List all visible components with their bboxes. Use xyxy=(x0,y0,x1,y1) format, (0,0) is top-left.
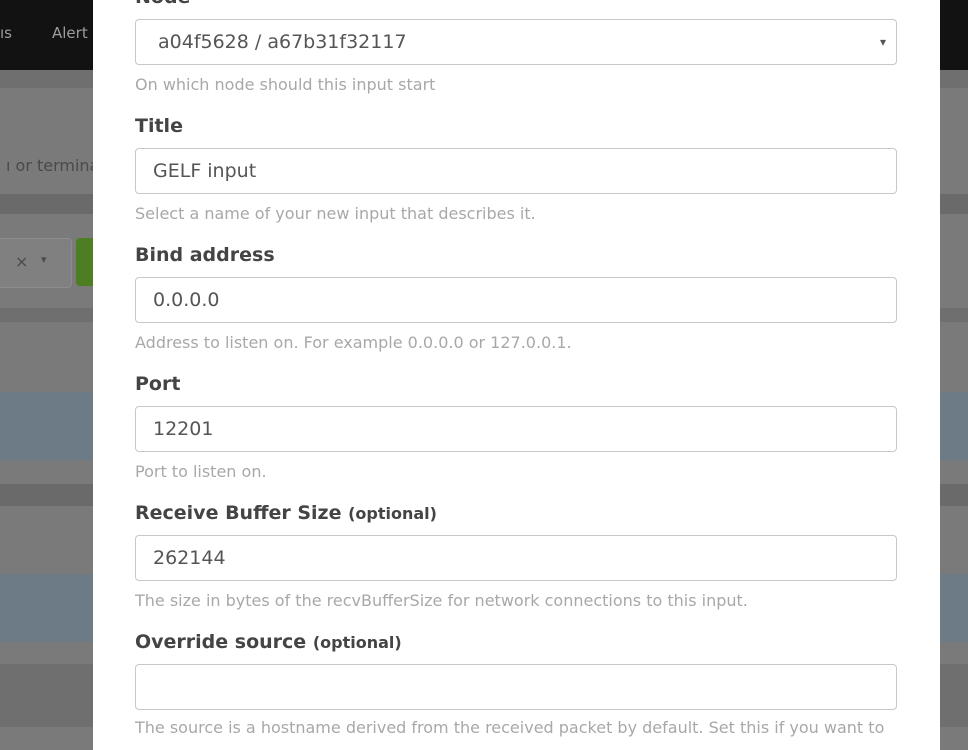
recv-buffer-label-text: Receive Buffer Size xyxy=(135,502,342,524)
node-select-value: a04f5628 / a67b31f32117 xyxy=(158,31,407,53)
port-label: Port xyxy=(135,373,181,395)
bind-address-help: Address to listen on. For example 0.0.0.… xyxy=(135,333,572,352)
node-select[interactable]: a04f5628 / a67b31f32117 ▾ xyxy=(135,19,897,65)
override-source-help: The source is a hostname derived from th… xyxy=(135,718,885,737)
override-source-label-text: Override source xyxy=(135,631,307,653)
nav-item-partial[interactable]: ıs xyxy=(0,24,12,42)
recv-buffer-label: Receive Buffer Size (optional) xyxy=(135,502,437,524)
port-input[interactable] xyxy=(135,406,897,452)
recv-buffer-input[interactable] xyxy=(135,535,897,581)
bind-address-label: Bind address xyxy=(135,244,275,266)
title-help: Select a name of your new input that des… xyxy=(135,204,536,223)
recv-buffer-help: The size in bytes of the recvBufferSize … xyxy=(135,591,748,610)
port-help: Port to listen on. xyxy=(135,462,267,481)
chevron-down-icon: ▾ xyxy=(41,253,47,266)
bg-filter-select[interactable]: × ▾ xyxy=(0,238,72,288)
title-label: Title xyxy=(135,115,183,137)
chevron-down-icon: ▾ xyxy=(879,35,886,49)
node-help: On which node should this input start xyxy=(135,75,436,94)
title-input[interactable] xyxy=(135,148,897,194)
launch-input-modal: Node a04f5628 / a67b31f32117 ▾ On which … xyxy=(93,0,940,750)
clear-icon[interactable]: × xyxy=(15,252,28,271)
optional-tag: (optional) xyxy=(348,504,437,523)
bg-page-text: ı or termina xyxy=(6,156,100,175)
node-label: Node xyxy=(135,0,190,8)
optional-tag: (optional) xyxy=(312,633,402,652)
override-source-label: Override source (optional) xyxy=(135,631,402,653)
nav-item-alerts[interactable]: Alert xyxy=(52,24,88,42)
override-source-input[interactable] xyxy=(135,664,897,710)
bind-address-input[interactable] xyxy=(135,277,897,323)
